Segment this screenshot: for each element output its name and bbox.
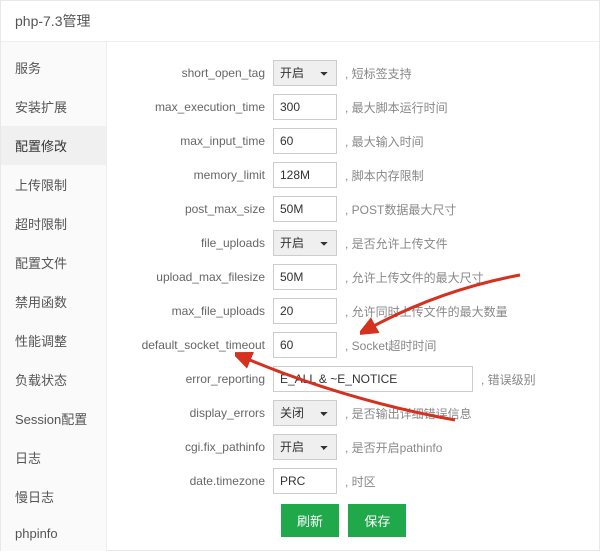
config-input-default_socket_timeout[interactable]	[273, 332, 337, 358]
config-label: date.timezone	[117, 474, 273, 488]
config-input-date.timezone[interactable]	[273, 468, 337, 494]
config-desc: Socket超时时间	[345, 337, 436, 354]
config-desc: 允许上传文件的最大尺寸	[345, 269, 484, 286]
save-button[interactable]: 保存	[348, 504, 406, 537]
config-row-max_file_uploads: max_file_uploads 允许同时上传文件的最大数量	[117, 298, 589, 324]
sidebar-item-0[interactable]: 服务	[1, 48, 106, 87]
config-desc: POST数据最大尺寸	[345, 201, 456, 218]
config-row-display_errors: display_errors开启关闭是否输出详细错误信息	[117, 400, 589, 426]
config-row-file_uploads: file_uploads开启关闭是否允许上传文件	[117, 230, 589, 256]
config-label: post_max_size	[117, 202, 273, 216]
config-label: display_errors	[117, 406, 273, 420]
config-row-error_reporting: error_reporting 错误级别	[117, 366, 589, 392]
config-label: short_open_tag	[117, 66, 273, 80]
refresh-button[interactable]: 刷新	[281, 504, 339, 537]
config-label: upload_max_filesize	[117, 270, 273, 284]
config-input-upload_max_filesize[interactable]	[273, 264, 337, 290]
page-title: php-7.3管理	[15, 13, 90, 29]
config-row-cgi.fix_pathinfo: cgi.fix_pathinfo开启关闭是否开启pathinfo	[117, 434, 589, 460]
config-desc: 短标签支持	[345, 65, 412, 82]
sidebar-item-4[interactable]: 超时限制	[1, 204, 106, 243]
config-label: max_execution_time	[117, 100, 273, 114]
config-desc: 错误级别	[481, 371, 536, 388]
config-input-memory_limit[interactable]	[273, 162, 337, 188]
config-row-max_execution_time: max_execution_time 最大脚本运行时间	[117, 94, 589, 120]
config-label: error_reporting	[117, 372, 273, 386]
config-label: memory_limit	[117, 168, 273, 182]
config-select-cgi.fix_pathinfo[interactable]: 开启关闭	[273, 434, 337, 460]
sidebar-item-6[interactable]: 禁用函数	[1, 282, 106, 321]
config-desc: 时区	[345, 473, 376, 490]
sidebar-item-10[interactable]: 日志	[1, 438, 106, 477]
sidebar-item-5[interactable]: 配置文件	[1, 243, 106, 282]
config-desc: 最大脚本运行时间	[345, 99, 448, 116]
config-label: file_uploads	[117, 236, 273, 250]
sidebar-item-9[interactable]: Session配置	[1, 399, 106, 438]
sidebar-item-1[interactable]: 安装扩展	[1, 87, 106, 126]
config-row-memory_limit: memory_limit 脚本内存限制	[117, 162, 589, 188]
config-row-post_max_size: post_max_size POST数据最大尺寸	[117, 196, 589, 222]
form-actions: 刷新 保存	[281, 504, 589, 537]
php-manage-panel: php-7.3管理 服务安装扩展配置修改上传限制超时限制配置文件禁用函数性能调整…	[0, 0, 600, 551]
config-row-date.timezone: date.timezone 时区	[117, 468, 589, 494]
config-select-short_open_tag[interactable]: 开启关闭	[273, 60, 337, 86]
config-label: cgi.fix_pathinfo	[117, 440, 273, 454]
config-desc: 允许同时上传文件的最大数量	[345, 303, 508, 320]
config-input-max_input_time[interactable]	[273, 128, 337, 154]
config-input-error_reporting[interactable]	[273, 366, 473, 392]
config-select-display_errors[interactable]: 开启关闭	[273, 400, 337, 426]
config-desc: 最大输入时间	[345, 133, 424, 150]
panel-header: php-7.3管理	[1, 1, 599, 42]
sidebar-item-2[interactable]: 配置修改	[1, 126, 106, 165]
config-label: max_file_uploads	[117, 304, 273, 318]
config-select-file_uploads[interactable]: 开启关闭	[273, 230, 337, 256]
config-desc: 是否允许上传文件	[345, 235, 448, 252]
config-input-max_file_uploads[interactable]	[273, 298, 337, 324]
config-desc: 脚本内存限制	[345, 167, 424, 184]
config-content: short_open_tag开启关闭短标签支持max_execution_tim…	[107, 42, 599, 551]
config-label: max_input_time	[117, 134, 273, 148]
config-input-max_execution_time[interactable]	[273, 94, 337, 120]
config-label: default_socket_timeout	[117, 338, 273, 352]
config-desc: 是否输出详细错误信息	[345, 405, 472, 422]
config-row-short_open_tag: short_open_tag开启关闭短标签支持	[117, 60, 589, 86]
sidebar-item-11[interactable]: 慢日志	[1, 477, 106, 516]
sidebar: 服务安装扩展配置修改上传限制超时限制配置文件禁用函数性能调整负载状态Sessio…	[1, 42, 107, 551]
sidebar-item-12[interactable]: phpinfo	[1, 516, 106, 551]
sidebar-item-7[interactable]: 性能调整	[1, 321, 106, 360]
config-row-default_socket_timeout: default_socket_timeout Socket超时时间	[117, 332, 589, 358]
config-row-max_input_time: max_input_time 最大输入时间	[117, 128, 589, 154]
sidebar-item-8[interactable]: 负载状态	[1, 360, 106, 399]
config-desc: 是否开启pathinfo	[345, 439, 442, 456]
config-row-upload_max_filesize: upload_max_filesize 允许上传文件的最大尺寸	[117, 264, 589, 290]
sidebar-item-3[interactable]: 上传限制	[1, 165, 106, 204]
config-input-post_max_size[interactable]	[273, 196, 337, 222]
